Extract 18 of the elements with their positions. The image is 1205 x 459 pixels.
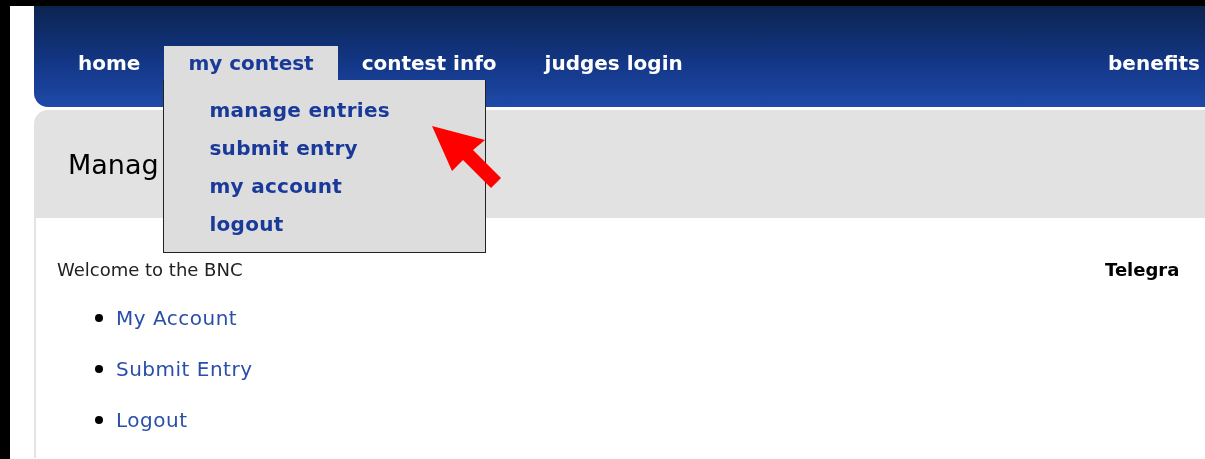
- nav-tab[interactable]: judges login: [520, 46, 707, 80]
- bullet-icon: [95, 415, 103, 424]
- menu-item[interactable]: submit entry: [209, 129, 358, 167]
- nav-tab[interactable]: benefits: [1084, 46, 1200, 80]
- link[interactable]: Submit Entry: [116, 356, 253, 381]
- nav-tab[interactable]: home: [54, 46, 165, 80]
- welcome-text: Welcome to the BNC: [57, 259, 244, 281]
- bullet-icon: [95, 364, 103, 373]
- sidebar-heading: Telegra: [1105, 259, 1181, 281]
- menu-item[interactable]: logout: [209, 205, 284, 243]
- bullet-icon: [95, 313, 103, 322]
- link[interactable]: Logout: [116, 407, 188, 432]
- nav-tab[interactable]: contest info: [337, 46, 521, 80]
- link[interactable]: My Account: [116, 305, 238, 330]
- menu-item[interactable]: my account: [209, 167, 343, 205]
- page-title: Manag: [68, 148, 159, 180]
- menu-item[interactable]: manage entries: [209, 91, 391, 129]
- nav-tab[interactable]: my contest: [164, 46, 338, 80]
